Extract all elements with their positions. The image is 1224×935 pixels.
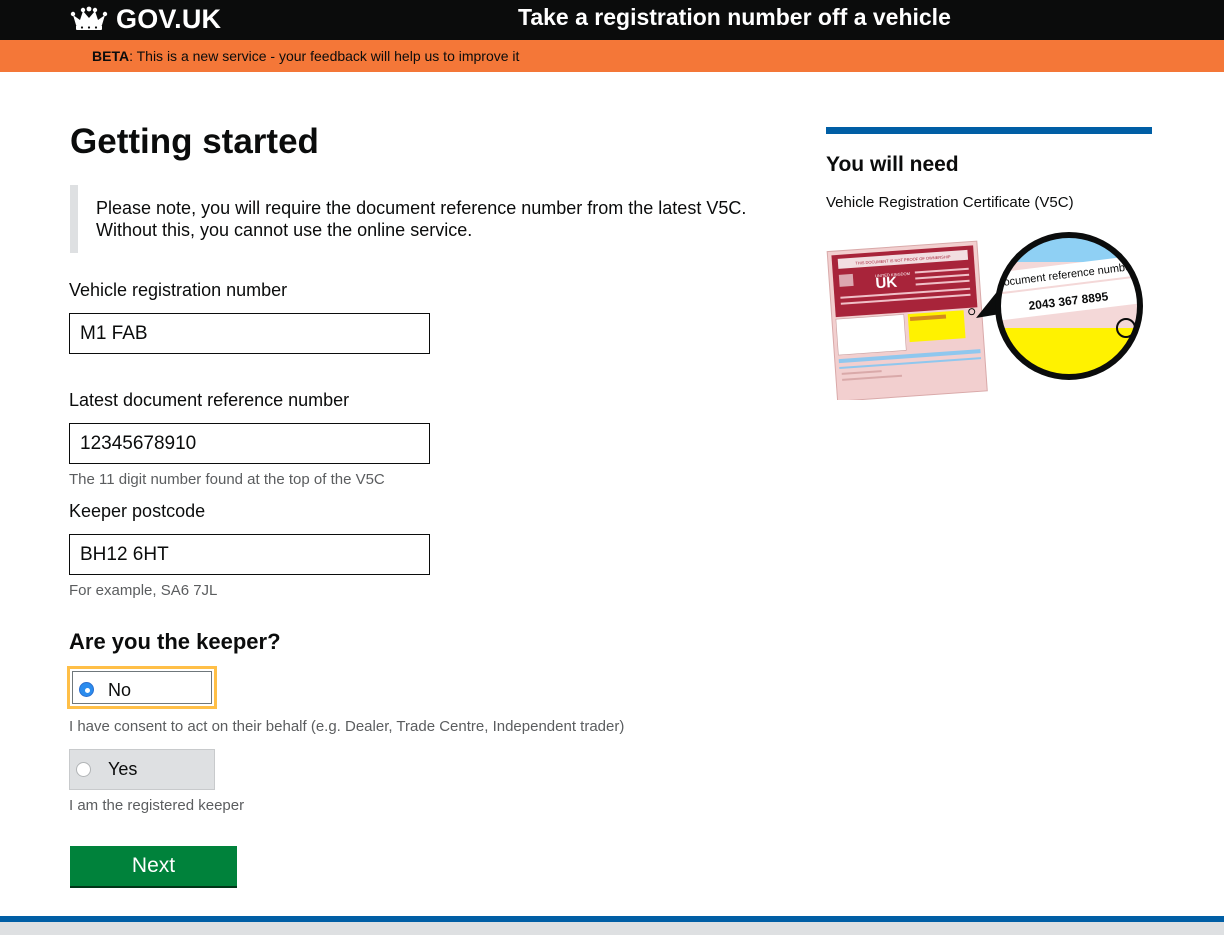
beta-text: BETA: This is a new service - your feedb…: [92, 48, 519, 64]
postcode-hint: For example, SA6 7JL: [69, 582, 218, 599]
registration-label: Vehicle registration number: [69, 280, 288, 300]
radio-yes-label: Yes: [108, 759, 138, 779]
crown-icon: [70, 6, 108, 30]
next-button[interactable]: Next: [70, 846, 237, 886]
registration-input[interactable]: [69, 313, 430, 354]
v5c-illustration: THIS DOCUMENT IS NOT PROOF OF OWNERSHIP …: [826, 232, 1143, 400]
page-title: Getting started: [70, 122, 319, 161]
aside-top-bar: [826, 127, 1152, 134]
doc-ref-label: Latest document reference number: [69, 390, 350, 410]
header: GOV.UK Take a registration number off a …: [0, 0, 1224, 40]
doc-ref-input[interactable]: [69, 423, 430, 464]
radio-yes-hint: I am the registered keeper: [69, 797, 245, 814]
beta-banner: BETA: This is a new service - your feedb…: [0, 40, 1224, 72]
radio-option-no[interactable]: No: [67, 666, 217, 709]
beta-tag: BETA: [92, 48, 130, 64]
postcode-input[interactable]: [69, 534, 430, 575]
keeper-question: Are you the keeper?: [69, 629, 281, 654]
radio-no-label: No: [108, 680, 132, 700]
footer: [0, 922, 1224, 935]
notice-inset: Please note, you will require the docume…: [70, 185, 760, 253]
radio-selected-icon[interactable]: [79, 682, 94, 697]
aside-title: You will need: [826, 153, 959, 176]
logo-text: GOV.UK: [116, 3, 222, 34]
postcode-label: Keeper postcode: [69, 501, 206, 521]
govuk-logo-link[interactable]: GOV.UK: [70, 3, 221, 35]
doc-ref-hint: The 11 digit number found at the top of …: [69, 471, 385, 488]
beta-message: : This is a new service - your feedback …: [129, 48, 520, 64]
service-name-link[interactable]: Take a registration number off a vehicle: [518, 4, 951, 31]
radio-no-hint: I have consent to act on their behalf (e…: [69, 718, 625, 735]
radio-option-yes[interactable]: Yes: [69, 749, 215, 790]
radio-empty-icon[interactable]: [76, 762, 91, 777]
aside-item: Vehicle Registration Certificate (V5C): [826, 194, 1074, 211]
